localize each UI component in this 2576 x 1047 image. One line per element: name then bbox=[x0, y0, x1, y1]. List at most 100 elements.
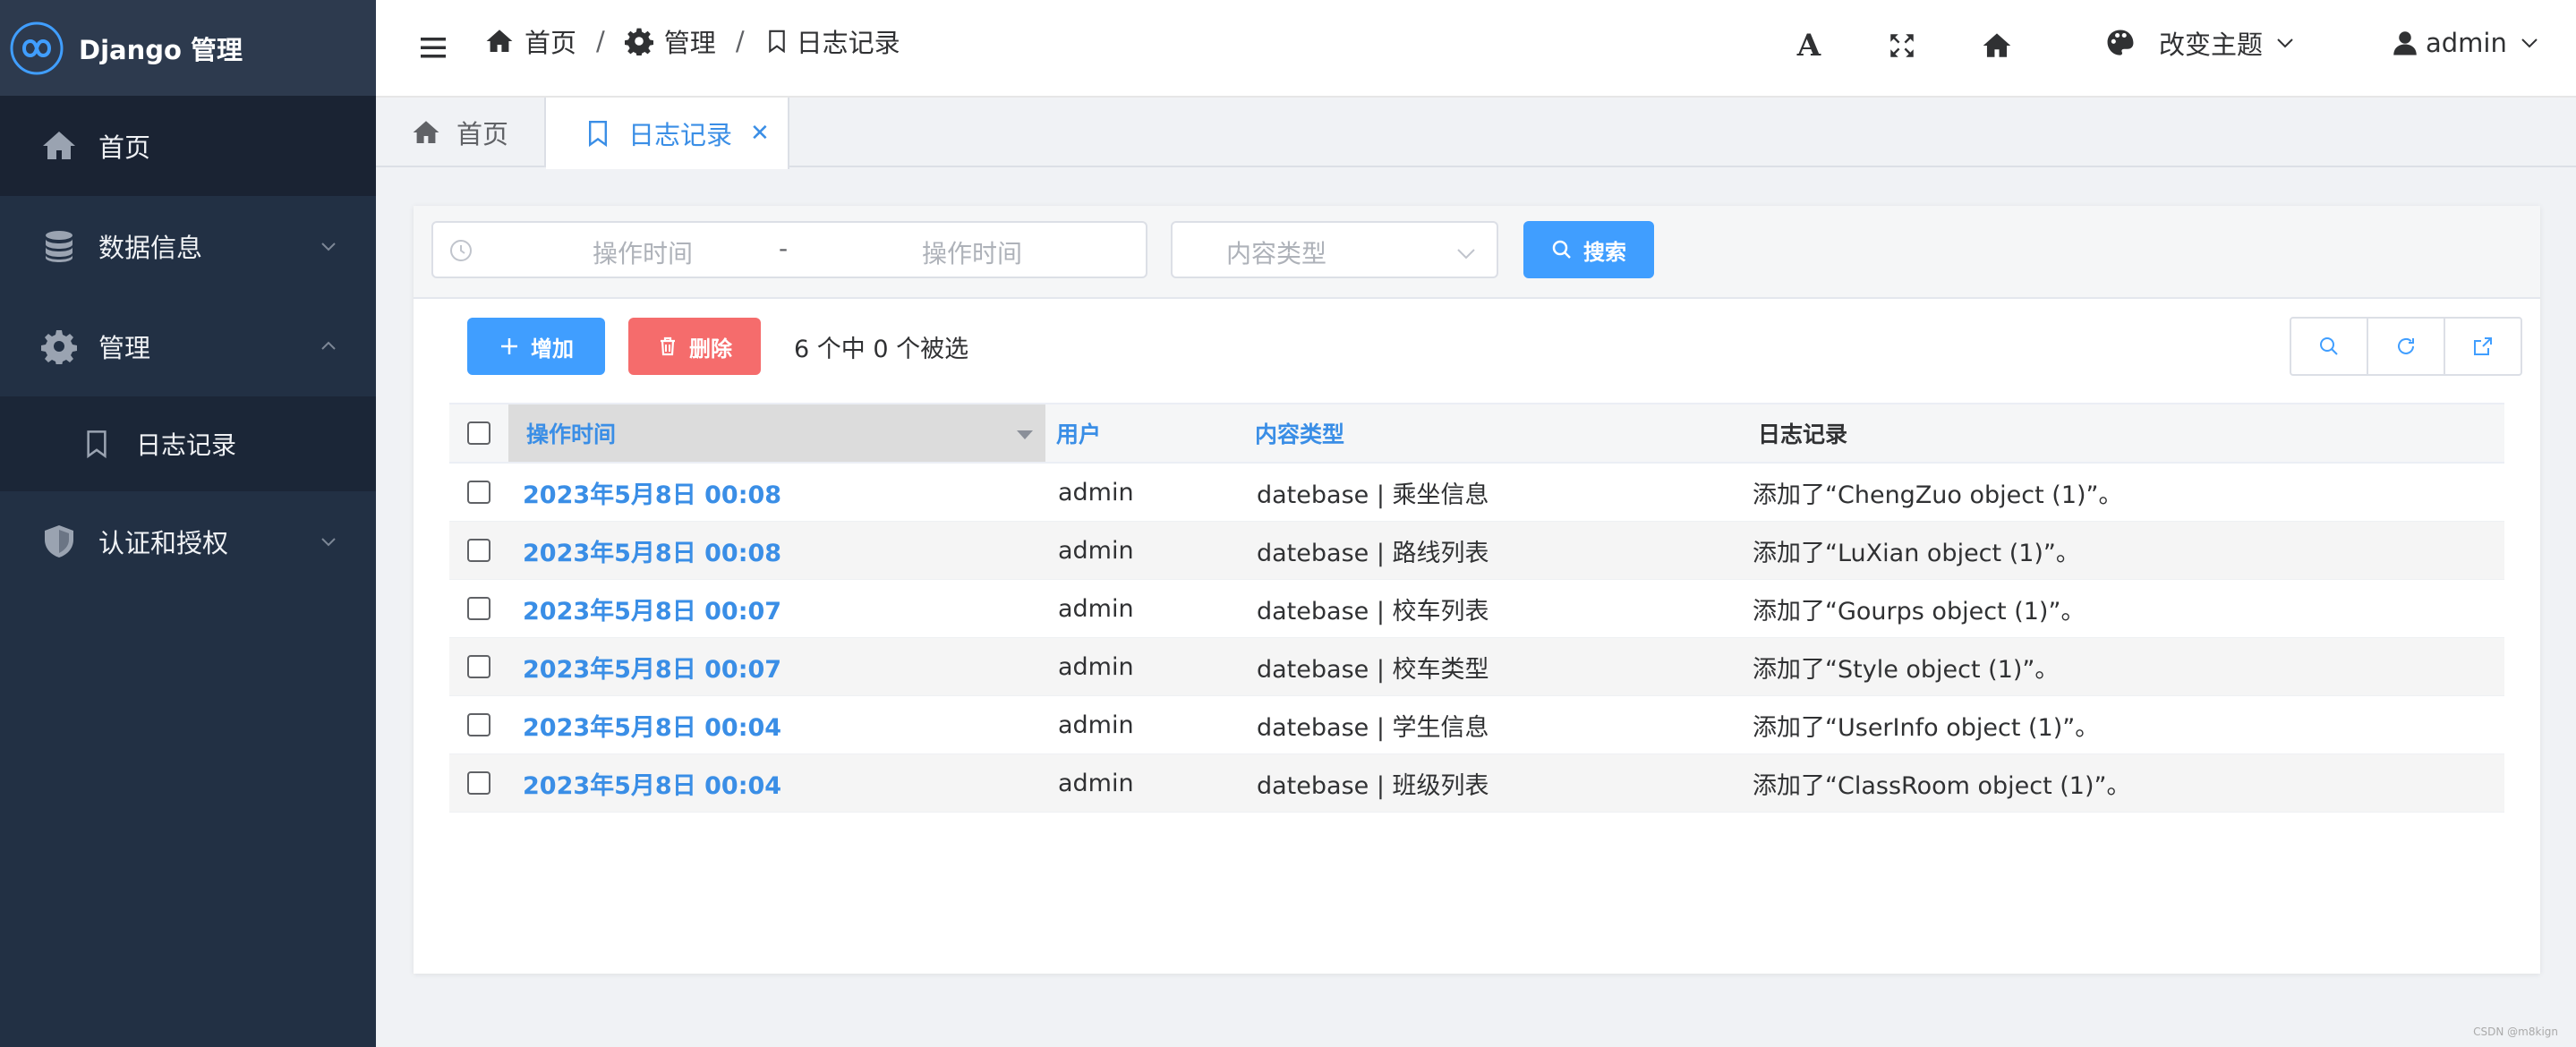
delete-button[interactable]: 删除 bbox=[628, 318, 761, 375]
selection-count: 6 个中 0 个被选 bbox=[794, 336, 969, 363]
date-start-input[interactable]: 操作时间 bbox=[593, 234, 693, 270]
header-user[interactable]: 用户 bbox=[1056, 404, 1101, 462]
tab-logentries[interactable]: 日志记录 ✕ bbox=[546, 98, 789, 169]
select-all-checkbox[interactable] bbox=[467, 421, 490, 445]
sidebar-item-data[interactable]: 数据信息 bbox=[0, 196, 376, 296]
table-header-row: 操作时间 用户 内容类型 日志记录 bbox=[449, 403, 2504, 464]
home-icon bbox=[413, 121, 439, 143]
chevron-up-icon bbox=[321, 341, 336, 350]
hamburger-menu-icon[interactable] bbox=[415, 30, 451, 65]
tab-home[interactable]: 首页 bbox=[376, 98, 546, 167]
action-time-link[interactable]: 2023年5月8日 00:07 bbox=[523, 592, 781, 626]
brand-title: Django 管理 bbox=[79, 34, 243, 65]
content-card: 操作时间 - 操作时间 内容类型 搜索 增加 删除 6 个中 0 个被选 操作时… bbox=[414, 206, 2540, 974]
content-type-cell: datebase | 学生信息 bbox=[1257, 713, 1489, 742]
table-row: 2023年5月8日 00:08 admin datebase | 乘坐信息 添加… bbox=[449, 464, 2504, 522]
delete-button-label: 删除 bbox=[689, 336, 732, 362]
add-button[interactable]: 增加 bbox=[467, 318, 605, 375]
log-entry-cell: 添加了“UserInfo object (1)”。 bbox=[1753, 713, 2100, 742]
brand[interactable]: Django 管理 bbox=[0, 0, 376, 96]
database-icon bbox=[41, 228, 77, 264]
infinity-logo-icon bbox=[10, 21, 64, 74]
breadcrumb-home[interactable]: 首页 bbox=[485, 22, 576, 60]
breadcrumb-admin[interactable]: 管理 bbox=[624, 22, 716, 60]
select-placeholder: 内容类型 bbox=[1226, 239, 1327, 268]
refresh-button[interactable] bbox=[2368, 319, 2445, 374]
row-checkbox[interactable] bbox=[467, 597, 490, 620]
sidebar-item-label: 日志记录 bbox=[136, 430, 237, 460]
row-select-cell bbox=[467, 754, 490, 812]
sidebar-item-admin[interactable]: 管理 bbox=[0, 296, 376, 396]
top-header: 首页 / 管理 / 日志记录 A 改变主题 admin bbox=[376, 0, 2576, 98]
action-time-link[interactable]: 2023年5月8日 00:08 bbox=[523, 533, 781, 568]
header-log-entry: 日志记录 bbox=[1758, 404, 1847, 462]
row-select-cell bbox=[467, 580, 490, 637]
export-button[interactable] bbox=[2445, 319, 2521, 374]
breadcrumb-separator: / bbox=[735, 26, 745, 56]
user-icon bbox=[2393, 31, 2417, 55]
header-label: 日志记录 bbox=[1758, 421, 1848, 447]
action-time-link[interactable]: 2023年5月8日 00:07 bbox=[523, 650, 781, 685]
breadcrumb-separator: / bbox=[596, 26, 605, 56]
row-select-cell bbox=[467, 638, 490, 695]
chevron-down-icon bbox=[2521, 38, 2538, 48]
header-content-type[interactable]: 内容类型 bbox=[1255, 404, 1344, 462]
search-button-label: 搜索 bbox=[1583, 239, 1626, 265]
font-size-button[interactable]: A bbox=[1790, 27, 1828, 64]
chevron-down-icon bbox=[2277, 38, 2293, 48]
header-label: 用户 bbox=[1056, 421, 1102, 447]
bookmark-icon bbox=[589, 121, 607, 148]
row-checkbox[interactable] bbox=[467, 713, 490, 736]
content-type-select[interactable]: 内容类型 bbox=[1171, 221, 1498, 278]
user-cell: admin bbox=[1058, 711, 1134, 739]
search-tool-button[interactable] bbox=[2291, 319, 2368, 374]
date-range-picker[interactable]: 操作时间 - 操作时间 bbox=[431, 221, 1147, 278]
row-checkbox[interactable] bbox=[467, 771, 490, 795]
theme-switcher[interactable]: 改变主题 bbox=[2105, 23, 2295, 63]
trash-icon bbox=[661, 336, 675, 356]
action-time-link[interactable]: 2023年5月8日 00:04 bbox=[523, 766, 781, 801]
action-time-link[interactable]: 2023年5月8日 00:04 bbox=[523, 708, 781, 743]
header-action-time[interactable]: 操作时间 bbox=[508, 404, 1045, 462]
tab-bar: 首页 日志记录 ✕ bbox=[376, 98, 2576, 169]
close-icon[interactable]: ✕ bbox=[750, 120, 770, 147]
export-icon bbox=[2474, 337, 2492, 355]
search-button[interactable]: 搜索 bbox=[1523, 221, 1654, 278]
log-entry-cell: 添加了“Style object (1)”。 bbox=[1753, 655, 2060, 684]
theme-label: 改变主题 bbox=[2159, 30, 2264, 60]
select-all-cell bbox=[467, 404, 490, 462]
table-row: 2023年5月8日 00:08 admin datebase | 路线列表 添加… bbox=[449, 522, 2504, 580]
bookmark-icon bbox=[768, 30, 785, 54]
header-label: 内容类型 bbox=[1255, 421, 1345, 447]
palette-icon bbox=[2107, 30, 2134, 55]
plus-icon bbox=[501, 338, 517, 354]
row-select-cell bbox=[467, 696, 490, 753]
table-row: 2023年5月8日 00:04 admin datebase | 学生信息 添加… bbox=[449, 696, 2504, 754]
row-checkbox[interactable] bbox=[467, 481, 490, 504]
sidebar-item-label: 首页 bbox=[98, 132, 151, 163]
sidebar: Django 管理 首页 数据信息 管理 日志记录 认证和授权 bbox=[0, 0, 376, 1047]
sidebar-item-logentries[interactable]: 日志记录 bbox=[0, 396, 376, 491]
table-row: 2023年5月8日 00:07 admin datebase | 校车类型 添加… bbox=[449, 638, 2504, 696]
table-tools bbox=[2290, 317, 2522, 376]
sidebar-item-home[interactable]: 首页 bbox=[0, 96, 376, 196]
row-checkbox[interactable] bbox=[467, 655, 490, 678]
content-type-cell: datebase | 路线列表 bbox=[1257, 539, 1489, 567]
date-end-input[interactable]: 操作时间 bbox=[922, 234, 1022, 270]
sort-desc-icon bbox=[1017, 430, 1033, 439]
tab-label: 首页 bbox=[456, 119, 509, 149]
user-menu[interactable]: admin bbox=[2392, 23, 2539, 63]
breadcrumb-label: 首页 bbox=[525, 28, 577, 58]
watermark: CSDN @m8kign bbox=[2473, 1026, 2558, 1038]
action-time-link[interactable]: 2023年5月8日 00:08 bbox=[523, 475, 781, 510]
header-label: 操作时间 bbox=[526, 421, 617, 447]
chevron-down-icon bbox=[321, 538, 336, 547]
log-entry-cell: 添加了“Gourps object (1)”。 bbox=[1753, 597, 2086, 626]
sidebar-item-auth[interactable]: 认证和授权 bbox=[0, 491, 376, 592]
row-checkbox[interactable] bbox=[467, 539, 490, 562]
home-button[interactable] bbox=[1978, 27, 2016, 64]
fullscreen-button[interactable] bbox=[1883, 27, 1921, 64]
user-cell: admin bbox=[1058, 478, 1134, 506]
row-select-cell bbox=[467, 522, 490, 579]
log-entry-cell: 添加了“ChengZuo object (1)”。 bbox=[1753, 481, 2123, 509]
